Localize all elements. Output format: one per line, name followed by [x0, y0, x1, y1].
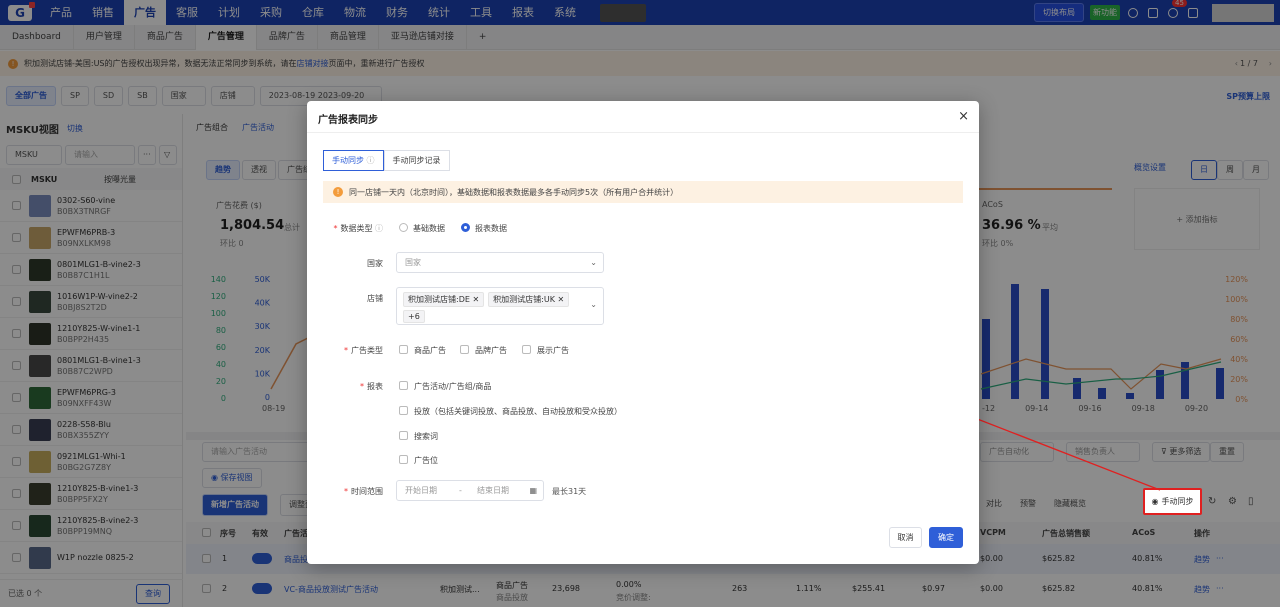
country-label: 国家 [367, 259, 383, 268]
checkbox [399, 381, 408, 390]
checkbox [399, 345, 408, 354]
radio-report-label: 报表数据 [475, 224, 507, 233]
start-date-placeholder: 开始日期 [405, 486, 437, 495]
checkbox-label: 投放（包括关键词投放、商品投放、自动投放和受众投放） [414, 407, 622, 416]
confirm-button[interactable]: 确定 [929, 527, 963, 548]
calendar-icon: ▦ [529, 486, 537, 495]
checkbox-label: 搜索词 [414, 432, 438, 441]
checkbox [399, 431, 408, 440]
dialog-title: 广告报表同步 [318, 115, 378, 126]
data-type-label-text: 数据类型 [340, 224, 373, 233]
checkbox-display-ads[interactable]: 展示广告 [522, 345, 569, 356]
checkbox [522, 345, 531, 354]
radio-circle [399, 223, 408, 232]
chevron-down-icon: ⌄ [590, 258, 597, 267]
eye-icon: ◉ [1151, 497, 1159, 506]
checkbox-label: 广告活动/广告组/商品 [414, 382, 492, 391]
checkbox-label: 展示广告 [537, 346, 569, 355]
tag-close-icon[interactable]: ✕ [472, 295, 479, 304]
checkbox-product-ads[interactable]: 商品广告 [399, 345, 446, 356]
country-placeholder: 国家 [405, 258, 421, 267]
checkbox [399, 455, 408, 464]
radio-basic-data[interactable]: 基础数据 [399, 223, 445, 234]
warning-icon: ! [333, 187, 343, 197]
time-range-label: * 时间范围 [344, 487, 383, 496]
radio-basic-label: 基础数据 [413, 224, 445, 233]
checkbox-label: 商品广告 [414, 346, 446, 355]
store-multiselect[interactable]: 积加测试店铺:DE ✕ 积加测试店铺:UK ✕ +6 ⌄ [396, 287, 604, 325]
info-icon: ⓘ [375, 224, 383, 233]
manual-sync-label: 手动同步 [1161, 497, 1194, 506]
store-tag: 积加测试店铺:DE ✕ [403, 292, 485, 307]
store-label: 店铺 [367, 294, 383, 303]
ad-type-label-text: 广告类型 [351, 346, 383, 355]
close-icon[interactable]: × [958, 109, 969, 124]
dialog-notice-text: 同一店铺一天内（北京时间），基础数据和报表数据最多各手动同步5次（所有用户合并统… [349, 187, 679, 197]
ad-type-label: * 广告类型 [344, 346, 383, 355]
sync-dialog: 广告报表同步 × 手动同步 ⓘ 手动同步记录 ! 同一店铺一天内（北京时间），基… [307, 101, 979, 564]
tab-manual-sync[interactable]: 手动同步 ⓘ [323, 150, 384, 171]
checkbox-report-targeting[interactable]: 投放（包括关键词投放、商品投放、自动投放和受众投放） [399, 406, 622, 417]
report-label-text: 报表 [367, 382, 383, 391]
store-tag-label: 积加测试店铺:DE [408, 295, 470, 304]
data-type-label: * 数据类型 ⓘ [333, 224, 383, 233]
checkbox-report-search-terms[interactable]: 搜索词 [399, 431, 438, 442]
checkbox-report-campaign[interactable]: 广告活动/广告组/商品 [399, 381, 491, 392]
cancel-button[interactable]: 取消 [889, 527, 922, 548]
checkbox-label: 品牌广告 [475, 346, 507, 355]
range-separator: - [459, 486, 462, 495]
radio-circle-selected [461, 223, 470, 232]
info-icon: ⓘ [366, 156, 375, 165]
store-tag: 积加测试店铺:UK ✕ [488, 292, 570, 307]
max-days-hint: 最长31天 [552, 487, 587, 496]
manual-sync-button[interactable]: ◉ 手动同步 [1143, 488, 1202, 515]
radio-report-data[interactable]: 报表数据 [461, 223, 507, 234]
tab-sync-records[interactable]: 手动同步记录 [383, 150, 450, 171]
chevron-down-icon: ⌄ [590, 300, 597, 309]
time-range-label-text: 时间范围 [351, 487, 383, 496]
checkbox-brand-ads[interactable]: 品牌广告 [460, 345, 507, 356]
country-select[interactable]: 国家 ⌄ [396, 252, 604, 273]
checkbox [399, 406, 408, 415]
checkbox-report-placement[interactable]: 广告位 [399, 455, 438, 466]
store-more-tag: +6 [403, 310, 425, 323]
date-range-picker[interactable]: 开始日期 - 结束日期 ▦ [396, 480, 544, 501]
checkbox [460, 345, 469, 354]
report-label: * 报表 [360, 382, 383, 391]
end-date-placeholder: 结束日期 [477, 486, 509, 495]
tag-close-icon[interactable]: ✕ [558, 295, 565, 304]
tab-manual-sync-label: 手动同步 [332, 156, 364, 165]
checkbox-label: 广告位 [414, 456, 438, 465]
dialog-notice: ! 同一店铺一天内（北京时间），基础数据和报表数据最多各手动同步5次（所有用户合… [323, 181, 963, 203]
store-tag-label: 积加测试店铺:UK [493, 295, 555, 304]
